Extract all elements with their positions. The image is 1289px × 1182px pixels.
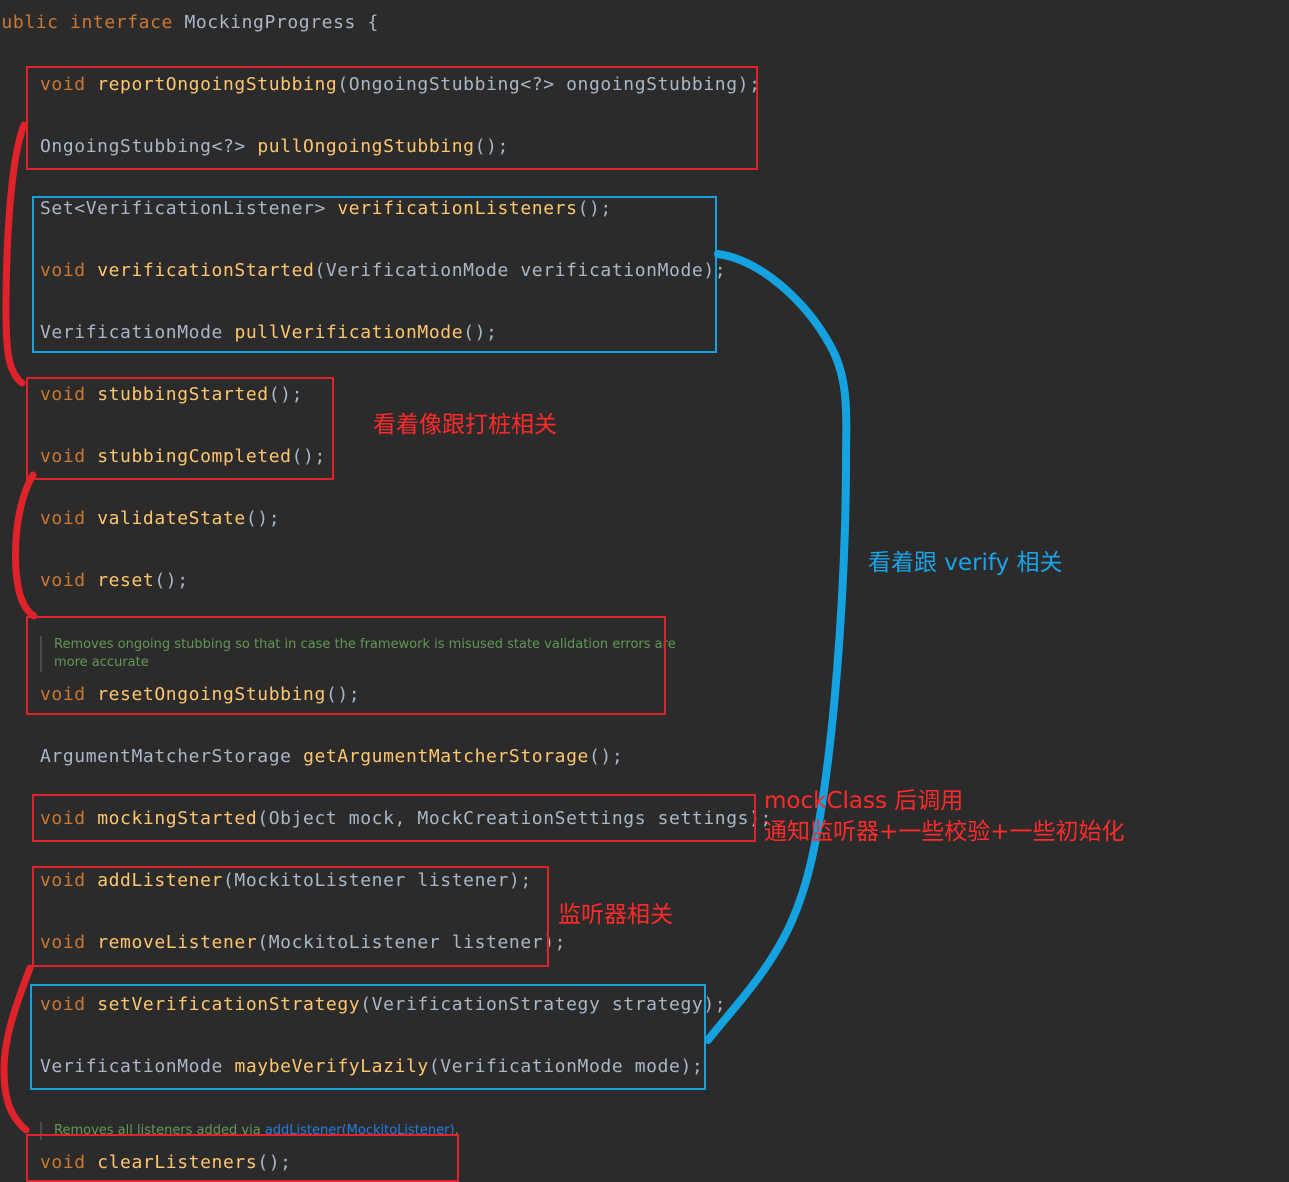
bracket-stroke — [12, 471, 38, 620]
params: (); — [245, 508, 281, 529]
highlight-box-reset-ongoing — [26, 616, 666, 715]
annotation-stubbing: 看着像跟打桩相关 — [373, 412, 557, 438]
interface-name: MockingProgress — [184, 12, 356, 33]
bracket-stroke — [2, 121, 28, 387]
method-name: validateState — [97, 508, 246, 529]
annotation-listener: 监听器相关 — [558, 902, 673, 928]
highlight-box-ongoing-stubbing — [26, 66, 758, 170]
params: (); — [589, 746, 624, 767]
annotation-verify: 看着跟 verify 相关 — [868, 550, 1063, 576]
highlight-box-verification-strategy — [30, 984, 706, 1090]
params: (); — [154, 570, 189, 591]
return-type: void — [40, 570, 86, 591]
highlight-box-verification — [32, 196, 717, 353]
interface-declaration: public interface MockingProgress { — [0, 12, 379, 34]
verify-brace-stroke — [704, 250, 851, 1044]
code-line-reset[interactable]: void reset(); — [40, 570, 189, 592]
highlight-box-stubbing — [26, 377, 334, 480]
method-name: getArgumentMatcherStorage — [303, 746, 589, 767]
annotation-mocking-1: mockClass 后调用 — [764, 788, 964, 814]
method-name: reset — [97, 570, 155, 591]
bracket-stroke — [0, 964, 34, 1134]
return-type: ArgumentMatcherStorage — [40, 746, 292, 767]
return-type: void — [40, 508, 86, 529]
code-line-validate-state[interactable]: void validateState(); — [40, 508, 280, 530]
annotation-mocking-2: 通知监听器+一些校验+一些初始化 — [764, 819, 1125, 845]
highlight-box-listeners — [32, 866, 549, 967]
keyword: public interface — [0, 12, 173, 33]
code-line-get-argument-matcher-storage[interactable]: ArgumentMatcherStorage getArgumentMatche… — [40, 746, 623, 768]
open-brace: { — [367, 12, 379, 33]
highlight-box-mocking-started — [32, 794, 756, 842]
